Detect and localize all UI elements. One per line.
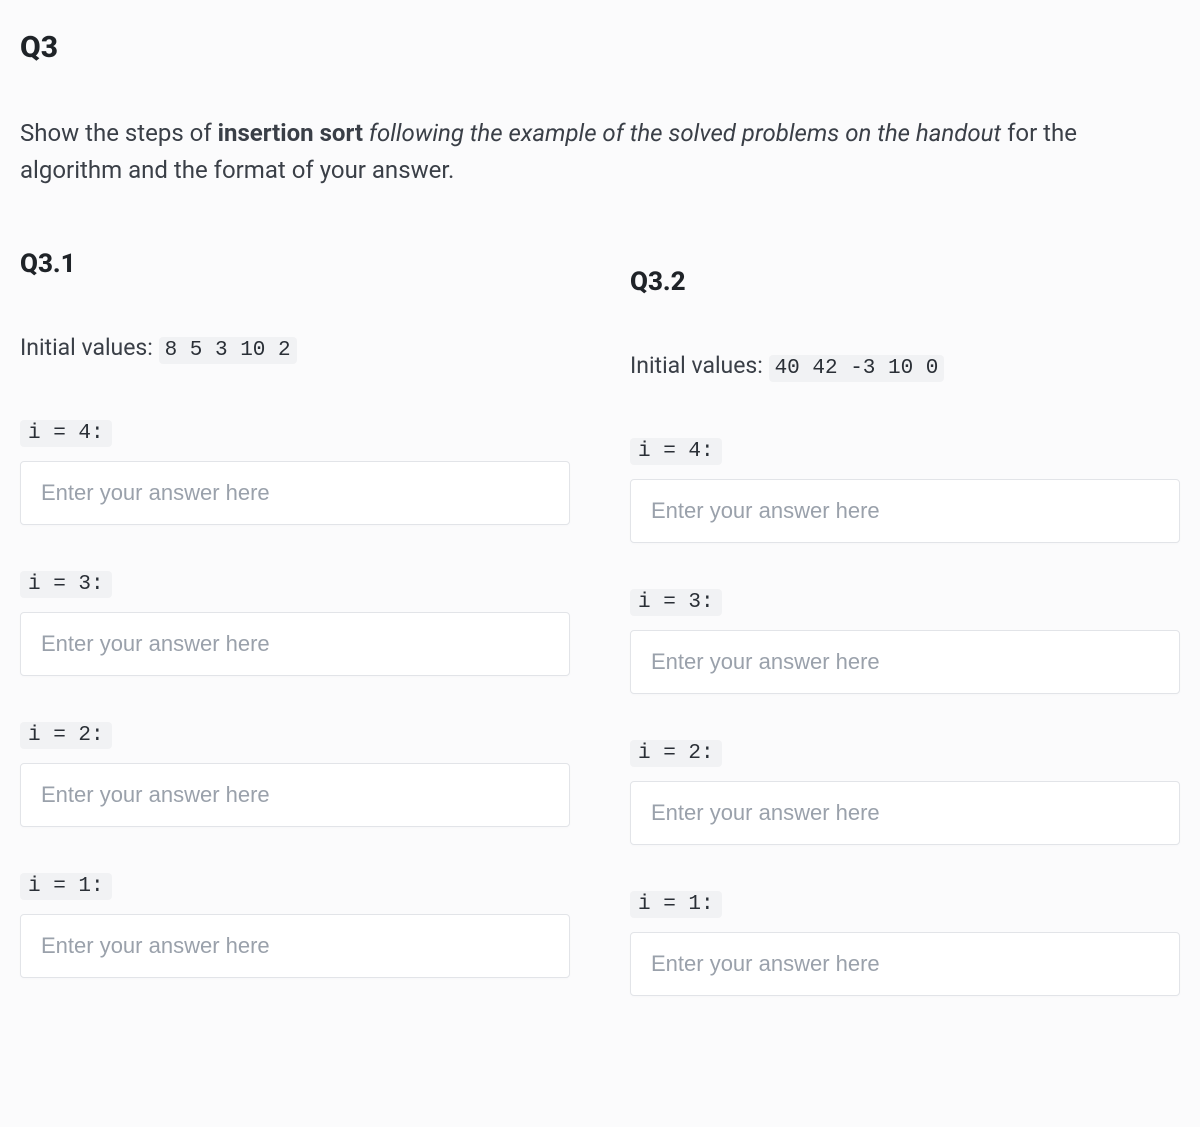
- initial-values-label: Initial values:: [20, 334, 159, 361]
- initial-values-line: Initial values: 40 42 -3 10 0: [630, 352, 1180, 380]
- subquestion-q3-1: Q3.1 Initial values: 8 5 3 10 2 i = 4: i…: [20, 249, 570, 1014]
- answer-input[interactable]: [630, 932, 1180, 996]
- answer-input[interactable]: [630, 781, 1180, 845]
- prompt-text-italic: following the example of the solved prob…: [363, 119, 1001, 147]
- answer-input[interactable]: [20, 914, 570, 978]
- step-label: i = 1:: [630, 891, 722, 918]
- question-prompt: Show the steps of insertion sort followi…: [20, 115, 1180, 189]
- step-label: i = 4:: [20, 420, 112, 447]
- initial-values: 8 5 3 10 2: [159, 337, 297, 364]
- step-label: i = 4:: [630, 438, 722, 465]
- step-block: i = 1:: [20, 845, 570, 978]
- answer-input[interactable]: [630, 630, 1180, 694]
- question-title: Q3: [20, 30, 1180, 65]
- step-block: i = 3:: [20, 543, 570, 676]
- subquestion-columns: Q3.1 Initial values: 8 5 3 10 2 i = 4: i…: [20, 249, 1180, 1014]
- answer-input[interactable]: [20, 461, 570, 525]
- step-block: i = 3:: [630, 561, 1180, 694]
- step-block: i = 2:: [630, 712, 1180, 845]
- step-label: i = 3:: [630, 589, 722, 616]
- initial-values-line: Initial values: 8 5 3 10 2: [20, 334, 570, 362]
- step-label: i = 2:: [20, 722, 112, 749]
- subquestion-title: Q3.2: [630, 267, 1180, 297]
- initial-values-label: Initial values:: [630, 352, 769, 379]
- step-block: i = 2:: [20, 694, 570, 827]
- subquestion-title: Q3.1: [20, 249, 570, 279]
- answer-input[interactable]: [20, 612, 570, 676]
- answer-input[interactable]: [630, 479, 1180, 543]
- step-block: i = 4:: [630, 410, 1180, 543]
- subquestion-q3-2: Q3.2 Initial values: 40 42 -3 10 0 i = 4…: [630, 249, 1180, 1014]
- step-block: i = 4:: [20, 392, 570, 525]
- answer-input[interactable]: [20, 763, 570, 827]
- prompt-text-pre: Show the steps of: [20, 119, 218, 147]
- prompt-text-bold: insertion sort: [218, 119, 363, 147]
- step-label: i = 1:: [20, 873, 112, 900]
- step-label: i = 3:: [20, 571, 112, 598]
- step-block: i = 1:: [630, 863, 1180, 996]
- initial-values: 40 42 -3 10 0: [769, 355, 945, 382]
- step-label: i = 2:: [630, 740, 722, 767]
